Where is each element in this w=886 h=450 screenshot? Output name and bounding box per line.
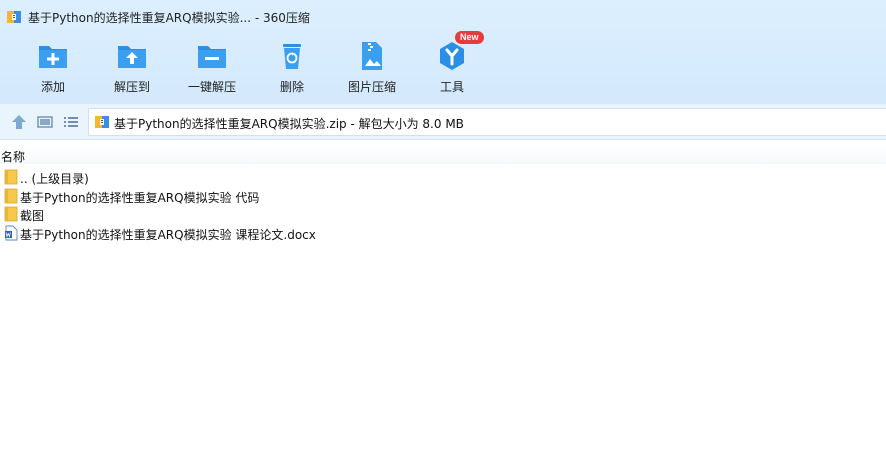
add-label: 添加 <box>40 80 65 94</box>
list-item-label: 截图 <box>20 209 45 223</box>
window-title: 基于Python的选择性重复ARQ模拟实验... - 360压缩 <box>28 11 310 25</box>
one-click-extract-label: 一键解压 <box>187 80 236 94</box>
word-document-icon <box>5 225 18 240</box>
list-item-parent-folder[interactable]: .. (上级目录) <box>0 168 886 187</box>
toolbar: 添加 解压到 一键解压 删除 图片压缩 New 工具 <box>0 31 886 100</box>
folder-icon <box>4 188 18 203</box>
image-compress-label: 图片压缩 <box>347 80 396 94</box>
header-band: 基于Python的选择性重复ARQ模拟实验... - 360压缩 添加 解压到 … <box>0 0 886 104</box>
list-item-label: .. (上级目录) <box>20 172 89 186</box>
extract-to-button[interactable]: 解压到 <box>95 36 169 98</box>
one-click-extract-button[interactable]: 一键解压 <box>175 36 249 98</box>
navigation-bar: 基于Python的选择性重复ARQ模拟实验.zip - 解包大小为 8.0 MB <box>0 104 886 140</box>
tools-label: 工具 <box>439 80 464 94</box>
delete-label: 删除 <box>279 80 304 94</box>
image-compress-button[interactable]: 图片压缩 <box>335 36 409 98</box>
thumbnail-view-icon[interactable] <box>36 113 54 131</box>
extract-to-icon <box>118 46 146 68</box>
file-list: .. (上级目录) 基于Python的选择性重复ARQ模拟实验 代码 截图 基于… <box>0 168 886 242</box>
column-name-label: 名称 <box>1 150 26 164</box>
archive-app-icon <box>7 11 21 23</box>
image-compress-icon <box>362 42 382 70</box>
address-bar[interactable]: 基于Python的选择性重复ARQ模拟实验.zip - 解包大小为 8.0 MB <box>88 108 886 136</box>
zip-archive-icon <box>95 116 109 128</box>
list-item-docx-file[interactable]: 基于Python的选择性重复ARQ模拟实验 课程论文.docx <box>0 224 886 243</box>
add-button[interactable]: 添加 <box>16 36 90 98</box>
tools-button[interactable]: New 工具 <box>415 31 489 98</box>
folder-icon <box>4 206 18 222</box>
column-header-name[interactable]: 名称 <box>0 144 886 164</box>
tools-icon <box>440 42 464 70</box>
folder-icon <box>4 169 18 185</box>
title-bar: 基于Python的选择性重复ARQ模拟实验... - 360压缩 <box>0 0 886 34</box>
list-view-icon[interactable] <box>62 113 80 131</box>
list-item-label: 基于Python的选择性重复ARQ模拟实验 代码 <box>20 190 260 205</box>
list-item-code-folder[interactable]: 基于Python的选择性重复ARQ模拟实验 代码 <box>0 187 886 206</box>
list-item-screenshots-folder[interactable]: 截图 <box>0 205 886 224</box>
new-badge: New <box>455 31 484 44</box>
one-click-extract-icon <box>198 46 226 68</box>
delete-button[interactable]: 删除 <box>255 36 329 98</box>
add-icon <box>39 46 67 68</box>
archive-window: 基于Python的选择性重复ARQ模拟实验... - 360压缩 添加 解压到 … <box>0 0 886 450</box>
extract-to-label: 解压到 <box>113 80 150 94</box>
up-arrow-icon[interactable] <box>10 113 28 131</box>
address-text: 基于Python的选择性重复ARQ模拟实验.zip - 解包大小为 8.0 MB <box>114 117 464 131</box>
delete-icon <box>283 44 301 69</box>
list-item-label: 基于Python的选择性重复ARQ模拟实验 课程论文.docx <box>20 227 316 242</box>
